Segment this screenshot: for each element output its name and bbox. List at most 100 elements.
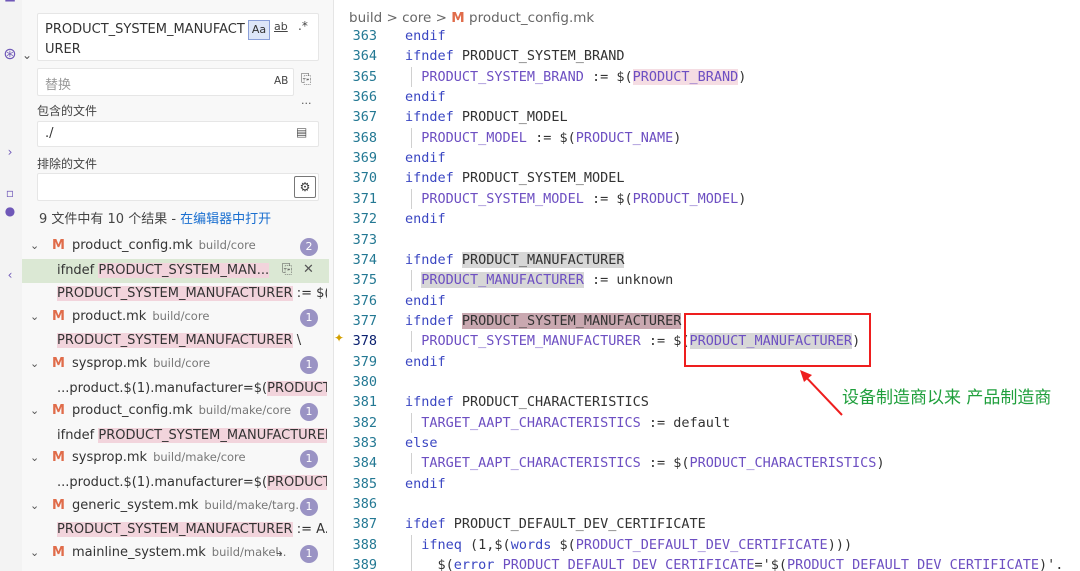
search-input[interactable]: PRODUCT_SYSTEM_MANUFACTURER Aa ab .* xyxy=(37,13,319,61)
chevron-down-icon[interactable]: ⌄ xyxy=(30,499,39,512)
code-line[interactable]: 385 endif xyxy=(334,474,1080,494)
code-line[interactable]: 364 ifndef PRODUCT_SYSTEM_BRAND xyxy=(334,46,1080,66)
extensions-icon[interactable]: ▫ xyxy=(0,186,20,200)
code-token: endif xyxy=(405,89,446,106)
result-match-row[interactable]: ifndef PRODUCT_SYSTEM_MANUFACTURER xyxy=(57,424,327,448)
open-editors-only-icon[interactable]: ▤ xyxy=(296,125,307,139)
result-file-path: build/core xyxy=(198,238,256,252)
chevron-down-icon[interactable]: ⌄ xyxy=(30,310,39,323)
breadcrumb-file[interactable]: product_config.mk xyxy=(469,10,594,26)
code-line[interactable]: 373 xyxy=(334,230,1080,250)
result-match-row[interactable]: PRODUCT_SYSTEM_MANUFACTURER := A... xyxy=(57,518,327,542)
code-line[interactable]: 383 else xyxy=(334,433,1080,453)
breadcrumb-core[interactable]: core xyxy=(402,10,431,26)
result-match-row[interactable]: ...product.$(1).manufacturer=$(PRODUCT_.… xyxy=(57,471,327,495)
code-line[interactable]: 363 endif xyxy=(334,26,1080,46)
result-match-row[interactable]: PRODUCT_SYSTEM_MANUFACTURER \ xyxy=(57,329,327,353)
remote-icon[interactable]: ‹ xyxy=(0,268,20,282)
code-line[interactable]: 367 ifndef PRODUCT_MODEL xyxy=(334,107,1080,127)
indent-guide xyxy=(411,453,412,474)
code-token: else xyxy=(405,435,438,451)
result-file-row[interactable]: ⌄ Mproduct_config.mk build/make/core 1 xyxy=(22,400,333,424)
result-file-row[interactable]: ⌄ Mmainline_system.mk build/make... 1 xyxy=(22,542,333,566)
regex-button[interactable]: .* xyxy=(298,19,308,33)
breadcrumb-build[interactable]: build xyxy=(349,10,382,26)
code-token: endif xyxy=(405,292,446,309)
code-line[interactable]: 386 xyxy=(334,494,1080,514)
use-exclude-settings-icon[interactable]: ⚙ xyxy=(294,176,316,198)
open-in-editor-link[interactable]: 在编辑器中打开 xyxy=(180,212,271,227)
chevron-down-icon[interactable]: ⌄ xyxy=(30,357,39,370)
result-match-row[interactable]: PRODUCT_SYSTEM_MANUFACTURER := $(... xyxy=(57,282,327,306)
dismiss-match-icon[interactable]: ✕ xyxy=(303,262,314,277)
code-token: PRODUCT_MODEL xyxy=(632,190,739,207)
line-number: 375 xyxy=(352,272,377,289)
code-token: ))) xyxy=(827,536,853,553)
code-text: TARGET_AAPT_CHARACTERISTICS := $(PRODUCT… xyxy=(405,453,884,473)
chevron-down-icon[interactable]: ⌄ xyxy=(30,546,39,559)
code-token: := $( xyxy=(640,455,690,472)
result-file-row[interactable]: ⌄ Msysprop.mk build/core 1 xyxy=(22,353,333,377)
code-line[interactable]: 370 ifndef PRODUCT_SYSTEM_MODEL xyxy=(334,168,1080,188)
source-control-icon[interactable]: ⊛ xyxy=(0,44,20,63)
code-token: := $( xyxy=(526,129,576,146)
line-number: 381 xyxy=(352,394,377,411)
makefile-icon: M xyxy=(52,356,65,371)
code-token: endif xyxy=(405,150,446,167)
preserve-case-button[interactable]: AB xyxy=(274,75,288,87)
replace-match-icon[interactable]: ⎘ xyxy=(282,262,292,277)
result-file-name[interactable]: mainline_system.mk build/make... xyxy=(72,545,286,560)
result-file-row[interactable]: ⌄ Mgeneric_system.mk build/make/targ... 1 xyxy=(22,495,333,519)
run-icon[interactable]: › xyxy=(0,145,20,159)
sparkle-icon[interactable]: ✦ xyxy=(334,331,344,345)
result-file-row[interactable]: ⌄ Mproduct.mk build/core 1 xyxy=(22,306,333,330)
exclude-files-input[interactable]: ⚙ xyxy=(37,173,319,201)
match-highlight: PRODUCT_SYSTEM_MANUFACTURER xyxy=(57,286,293,302)
chevron-down-icon[interactable]: ⌄ xyxy=(30,451,39,464)
code-line[interactable]: 368 PRODUCT_MODEL := $(PRODUCT_NAME) xyxy=(334,128,1080,148)
code-line[interactable]: 389 $(error PRODUCT_DEFAULT_DEV_CERTIFIC… xyxy=(334,555,1080,571)
result-file-name[interactable]: sysprop.mk build/make/core xyxy=(72,450,246,465)
code-line[interactable]: 372 endif xyxy=(334,209,1080,229)
results-summary: 9 文件中有 10 个结果 - 在编辑器中打开 xyxy=(39,208,271,227)
result-match-row[interactable]: ...product.$(1).manufacturer=$(PRODUCT_.… xyxy=(57,377,327,401)
include-files-input[interactable]: ./ ▤ xyxy=(37,121,319,147)
result-file-name[interactable]: generic_system.mk build/make/targ... xyxy=(72,498,306,513)
result-file-name[interactable]: product.mk build/core xyxy=(72,309,209,324)
more-options-icon[interactable]: ··· xyxy=(301,97,312,110)
result-file-name[interactable]: product_config.mk build/core xyxy=(72,238,256,253)
search-query-text: PRODUCT_SYSTEM_MANUFACTURER xyxy=(45,22,245,57)
result-file-name[interactable]: sysprop.mk build/core xyxy=(72,356,210,371)
chevron-down-icon[interactable]: ⌄ xyxy=(30,239,39,252)
replace-all-icon[interactable]: ⎘ xyxy=(301,72,311,87)
code-line[interactable]: 375 PRODUCT_MANUFACTURER := unknown xyxy=(334,270,1080,290)
chevron-down-icon[interactable]: ⌄ xyxy=(30,404,39,417)
code-line[interactable]: 384 TARGET_AAPT_CHARACTERISTICS := $(PRO… xyxy=(334,453,1080,473)
code-text: endif xyxy=(405,352,446,372)
result-file-row[interactable]: ⌄ Mproduct_config.mk build/core 2 xyxy=(22,235,333,259)
code-line[interactable]: 387 ifdef PRODUCT_DEFAULT_DEV_CERTIFICATE xyxy=(334,514,1080,534)
toggle-replace-chevron-icon[interactable]: ⌄ xyxy=(22,48,32,62)
code-line[interactable]: 371 PRODUCT_SYSTEM_MODEL := $(PRODUCT_MO… xyxy=(334,189,1080,209)
result-file-name[interactable]: product_config.mk build/make/core xyxy=(72,403,291,418)
code-line[interactable]: 366 endif xyxy=(334,87,1080,107)
line-number: 377 xyxy=(352,312,377,329)
code-line[interactable]: 365 PRODUCT_SYSTEM_BRAND := $(PRODUCT_BR… xyxy=(334,67,1080,87)
match-word-button[interactable]: ab xyxy=(274,20,288,33)
code-token: ifndef xyxy=(405,170,454,187)
match-highlight: PRODUCT_SYSTEM_MANUFACTURER xyxy=(57,333,293,349)
code-line[interactable]: 374 ifndef PRODUCT_MANUFACTURER xyxy=(334,250,1080,270)
code-line[interactable]: 376 endif xyxy=(334,291,1080,311)
code-line[interactable]: 382 TARGET_AAPT_CHARACTERISTICS := defau… xyxy=(334,413,1080,433)
match-case-button[interactable]: Aa xyxy=(248,20,270,40)
code-token: )'. xyxy=(1039,557,1064,571)
code-token: error xyxy=(453,557,495,571)
code-text: PRODUCT_MANUFACTURER := unknown xyxy=(405,270,673,290)
code-line[interactable]: 369 endif xyxy=(334,148,1080,168)
code-token: ifndef xyxy=(405,312,454,329)
result-file-row[interactable]: ⌄ Msysprop.mk build/make/core 1 xyxy=(22,447,333,471)
code-line[interactable]: 388 ifneq (1,$(words $(PRODUCT_DEFAULT_D… xyxy=(334,535,1080,555)
replace-input[interactable]: 替换 AB xyxy=(37,68,294,96)
